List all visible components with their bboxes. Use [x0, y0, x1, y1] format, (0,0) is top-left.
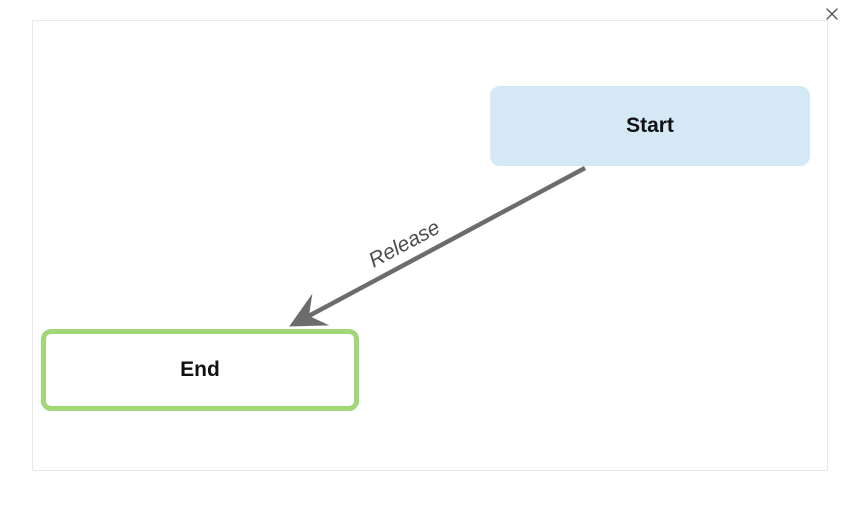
node-end[interactable]: End	[41, 329, 359, 411]
node-end-label: End	[180, 358, 220, 382]
node-start-label: Start	[626, 114, 674, 138]
node-start[interactable]: Start	[490, 86, 810, 166]
